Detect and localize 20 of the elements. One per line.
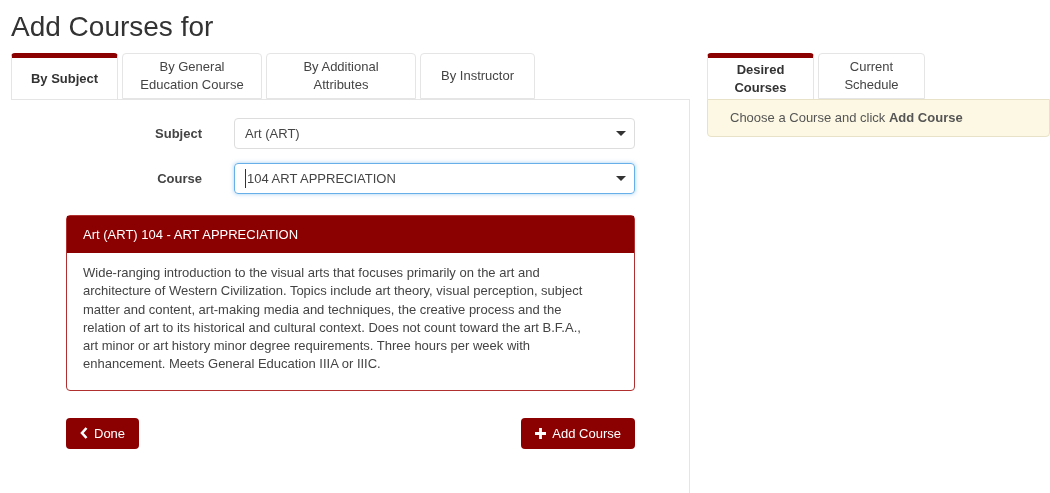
dropdown-field[interactable]: 104 ART APPRECIATION xyxy=(234,163,635,194)
dropdown-field[interactable]: Art (ART) xyxy=(234,118,635,149)
tab[interactable]: By General Education Course xyxy=(122,53,262,99)
tab[interactable]: By Instructor xyxy=(420,53,535,99)
plus-icon xyxy=(535,427,547,439)
caret-icon xyxy=(616,131,626,136)
tab[interactable]: By Subject xyxy=(11,53,118,100)
field-label: Course xyxy=(156,169,203,188)
course-card-title: Art (ART) 104 - ART APPRECIATION xyxy=(67,216,634,253)
field-label: Subject xyxy=(154,124,203,143)
chevron-left-icon xyxy=(80,427,88,440)
tab[interactable]: By Additional Attributes xyxy=(266,53,416,99)
page-title: Add Courses for xyxy=(10,10,215,43)
course-description: Wide-ranging introduction to the visual arts that focuses primarily on the art and architecture of Western Civilization. Topics include art theory, visual perception, subject matter and content, art-making media and techniques, the creative process and the relation of art to its historical and cultural context. Does not count toward the art B.F.A., art minor or art history minor degree requirements. Three hours per week with enhancement. Meets General Education IIIA or IIIC. xyxy=(82,264,584,374)
tab[interactable]: Current Schedule xyxy=(818,53,925,99)
tab[interactable]: Desired Courses xyxy=(707,53,814,100)
done-button[interactable]: Done xyxy=(66,417,140,449)
caret-icon xyxy=(616,176,626,181)
add-course-button[interactable]: Add Course xyxy=(521,417,635,449)
notice-text: Choose a Course and click Add Course xyxy=(730,109,963,128)
